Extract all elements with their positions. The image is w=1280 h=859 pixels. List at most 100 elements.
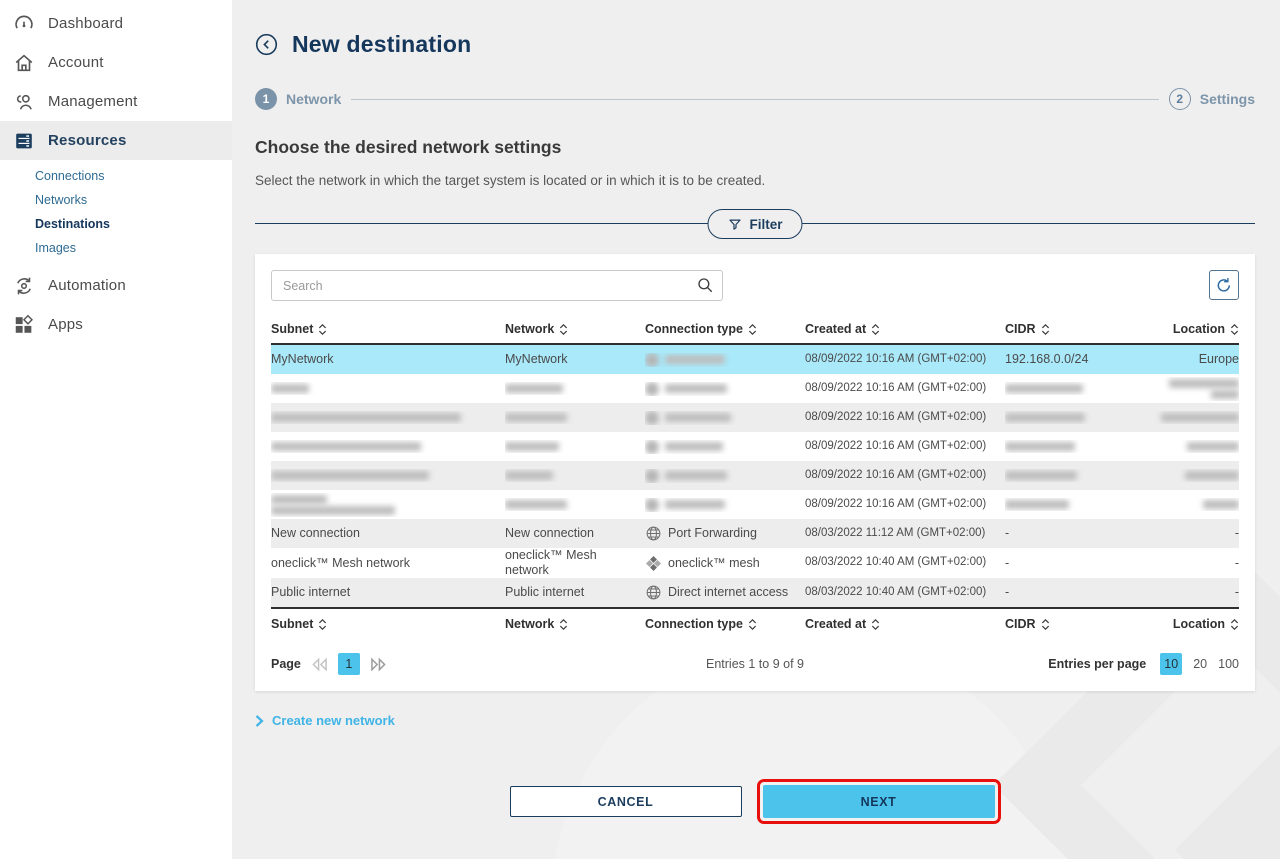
cell-cidr — [1005, 440, 1155, 453]
cell-location: - — [1155, 585, 1239, 600]
sync-icon — [1215, 276, 1233, 294]
sort-icon — [871, 323, 880, 336]
cell-created-at: 08/09/2022 10:16 AM (GMT+02:00) — [805, 382, 1005, 396]
table-row[interactable]: 08/09/2022 10:16 AM (GMT+02:00) — [271, 490, 1239, 519]
redacted-text — [1187, 442, 1239, 451]
column-header-network[interactable]: Network — [505, 617, 645, 631]
column-label: CIDR — [1005, 322, 1036, 336]
sidebar-item-dashboard[interactable]: Dashboard — [0, 4, 232, 43]
column-label: CIDR — [1005, 617, 1036, 631]
table-row[interactable]: 08/09/2022 10:16 AM (GMT+02:00) — [271, 461, 1239, 490]
stepper: 1 Network 2 Settings — [255, 88, 1255, 110]
last-page-button[interactable] — [369, 657, 388, 672]
table-row[interactable]: 08/09/2022 10:16 AM (GMT+02:00) — [271, 374, 1239, 403]
table-row[interactable]: 08/09/2022 10:16 AM (GMT+02:00) — [271, 432, 1239, 461]
column-label: Subnet — [271, 617, 313, 631]
step-2-circle: 2 — [1169, 88, 1191, 110]
step-2-label: Settings — [1200, 91, 1255, 107]
sidebar-subitem-destinations[interactable]: Destinations — [0, 212, 232, 236]
filter-button[interactable]: Filter — [707, 209, 802, 239]
table-row[interactable]: New connectionNew connectionPort Forward… — [271, 519, 1239, 548]
sidebar-item-management[interactable]: Management — [0, 82, 232, 121]
main-area: New destination 1 Network 2 Settings Cho… — [232, 0, 1280, 859]
column-label: Network — [505, 322, 554, 336]
redacted-text — [505, 442, 559, 451]
sort-icon — [1230, 618, 1239, 631]
column-header-network[interactable]: Network — [505, 322, 645, 336]
redacted-text — [271, 384, 309, 393]
search-input[interactable] — [271, 270, 723, 301]
column-header-subnet[interactable]: Subnet — [271, 322, 505, 336]
cell-connection-type — [645, 353, 805, 367]
cell-location — [1155, 469, 1239, 482]
column-header-connection-type[interactable]: Connection type — [645, 322, 805, 336]
column-header-created-at[interactable]: Created at — [805, 322, 1005, 336]
column-header-location[interactable]: Location — [1155, 617, 1239, 631]
redacted-text — [1203, 500, 1239, 509]
cell-network — [505, 498, 645, 511]
sidebar-item-label: Account — [48, 54, 104, 71]
users-icon — [13, 91, 35, 113]
cell-created-at: 08/09/2022 10:16 AM (GMT+02:00) — [805, 411, 1005, 425]
cell-cidr: 192.168.0.0/24 — [1005, 352, 1155, 367]
sort-icon — [559, 323, 568, 336]
column-label: Location — [1173, 617, 1225, 631]
redacted-text — [1005, 384, 1083, 393]
next-button[interactable]: NEXT — [763, 785, 995, 818]
refresh-button[interactable] — [1209, 270, 1239, 300]
sidebar-item-account[interactable]: Account — [0, 43, 232, 82]
globe-icon — [645, 525, 662, 542]
back-button[interactable] — [255, 33, 278, 56]
search-box — [271, 270, 723, 301]
column-header-cidr[interactable]: CIDR — [1005, 322, 1155, 336]
per-page-option-100[interactable]: 100 — [1218, 657, 1239, 671]
search-icon[interactable] — [696, 276, 714, 294]
section-description: Select the network in which the target s… — [255, 173, 1255, 188]
first-page-button[interactable] — [310, 657, 329, 672]
table-row[interactable]: Public internetPublic internetDirect int… — [271, 578, 1239, 607]
sidebar-subitem-images[interactable]: Images — [0, 236, 232, 260]
connection-type-label: Port Forwarding — [668, 526, 757, 541]
table-row[interactable]: oneclick™ Mesh networkoneclick™ Mesh net… — [271, 548, 1239, 578]
pagination-bar: Page 1 Entries 1 to 9 — [271, 653, 1239, 679]
section-heading: Choose the desired network settings — [255, 137, 1255, 158]
column-header-location[interactable]: Location — [1155, 322, 1239, 336]
cell-subnet: MyNetwork — [271, 352, 505, 367]
cancel-button[interactable]: CANCEL — [510, 786, 742, 817]
step-1-circle: 1 — [255, 88, 277, 110]
sidebar-subitem-connections[interactable]: Connections — [0, 164, 232, 188]
sidebar-subitem-networks[interactable]: Networks — [0, 188, 232, 212]
create-new-network-link[interactable]: Create new network — [255, 713, 395, 728]
sidebar-item-automation[interactable]: Automation — [0, 266, 232, 305]
sidebar-item-resources[interactable]: Resources — [0, 121, 232, 160]
annotation-highlight-next: NEXT — [757, 779, 1001, 824]
cell-cidr — [1005, 469, 1155, 482]
column-header-cidr[interactable]: CIDR — [1005, 617, 1155, 631]
redacted-text — [665, 355, 725, 364]
filter-row: Filter — [255, 209, 1255, 239]
cell-created-at: 08/09/2022 10:16 AM (GMT+02:00) — [805, 353, 1005, 367]
column-label: Connection type — [645, 617, 743, 631]
current-page-button[interactable]: 1 — [338, 653, 360, 675]
per-page-option-10[interactable]: 10 — [1160, 653, 1182, 675]
sort-icon — [318, 323, 327, 336]
column-header-subnet[interactable]: Subnet — [271, 617, 505, 631]
redacted-icon — [645, 440, 659, 454]
entries-per-page-label: Entries per page — [1048, 657, 1146, 671]
cell-location — [1155, 440, 1239, 453]
redacted-text — [1005, 471, 1077, 480]
cell-network: New connection — [505, 526, 645, 541]
filter-label: Filter — [749, 217, 782, 232]
cell-cidr: - — [1005, 585, 1155, 600]
sidebar-item-apps[interactable]: Apps — [0, 305, 232, 344]
entries-summary: Entries 1 to 9 of 9 — [706, 657, 804, 671]
redacted-text — [271, 413, 461, 422]
chevron-right-icon — [255, 715, 264, 727]
table-row[interactable]: MyNetworkMyNetwork08/09/2022 10:16 AM (G… — [271, 345, 1239, 374]
funnel-icon — [727, 217, 742, 232]
table-row[interactable]: 08/09/2022 10:16 AM (GMT+02:00) — [271, 403, 1239, 432]
redacted-text — [271, 506, 395, 515]
column-header-created-at[interactable]: Created at — [805, 617, 1005, 631]
per-page-option-20[interactable]: 20 — [1193, 657, 1207, 671]
column-header-connection-type[interactable]: Connection type — [645, 617, 805, 631]
